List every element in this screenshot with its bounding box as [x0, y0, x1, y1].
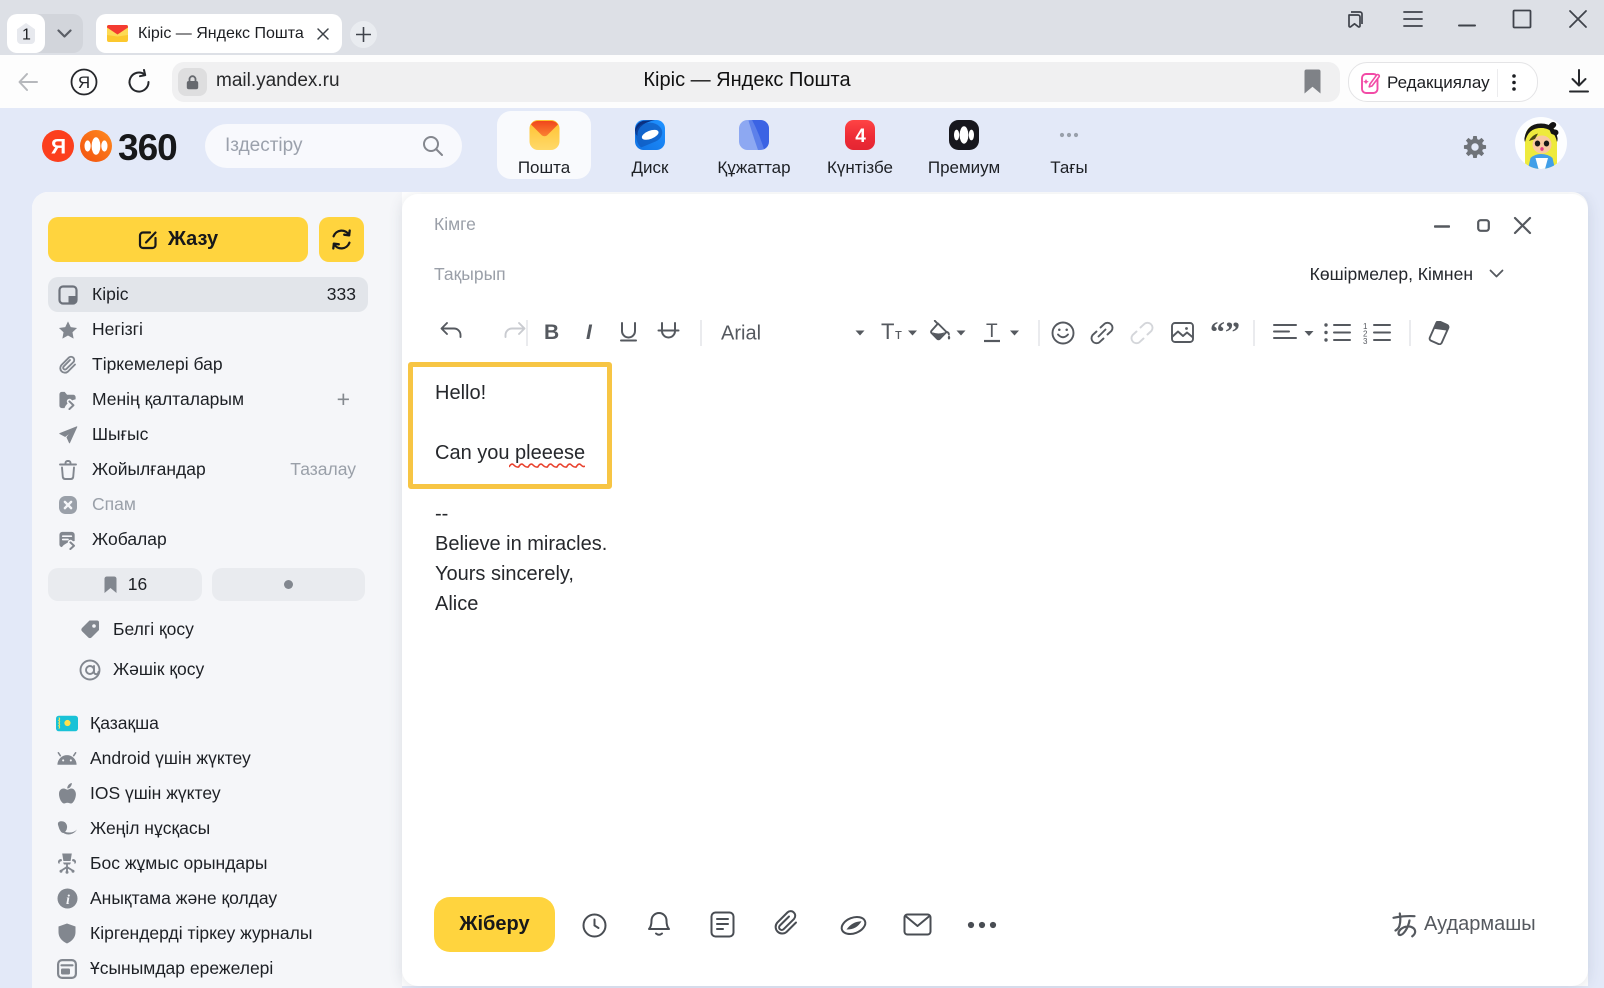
svg-text:T: T: [986, 321, 998, 342]
svg-text:т: т: [895, 326, 902, 343]
svg-text:3: 3: [1363, 337, 1368, 346]
svg-text:4: 4: [855, 126, 866, 147]
svg-text:“”: “”: [1210, 320, 1240, 346]
svg-text:T: T: [881, 320, 894, 344]
svg-text:I: I: [586, 321, 593, 344]
svg-text:i: i: [66, 893, 70, 908]
svg-text:1: 1: [22, 27, 31, 44]
svg-text:Arial: Arial: [721, 323, 761, 345]
svg-text:B: B: [544, 321, 559, 344]
svg-text:Я: Я: [51, 136, 66, 159]
